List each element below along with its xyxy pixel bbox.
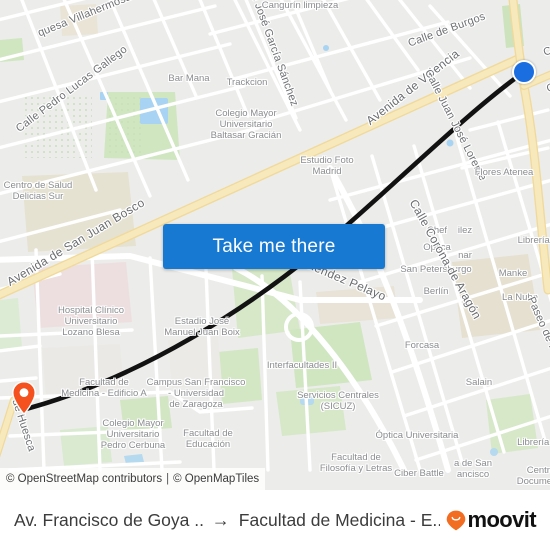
map-canvas[interactable]: quesa Villahermosa Calle Pedro Lucas Gall… [0,0,550,490]
arrow-right-icon: → [211,509,230,530]
trip-bottom-bar: Av. Francisco de Goya ... → Facultad de … [0,490,550,550]
map-attribution: © OpenStreetMap contributors | © OpenMap… [0,468,266,490]
attribution-osm[interactable]: © OpenStreetMap contributors [6,473,162,485]
origin-dot[interactable] [512,60,536,84]
moovit-wordmark: moovit [467,507,536,532]
trip-origin-label: Av. Francisco de Goya ... [14,509,203,530]
moovit-trip-map-screen: quesa Villahermosa Calle Pedro Lucas Gall… [0,0,550,550]
moovit-logo[interactable]: moovit [446,507,537,533]
destination-pin[interactable] [12,381,36,416]
trip-destination-label: Facultad de Medicina - E... [238,509,441,530]
attribution-maptiles[interactable]: © OpenMapTiles [173,473,259,485]
moovit-pin-icon [446,510,466,531]
trip-summary[interactable]: Av. Francisco de Goya ... → Facultad de … [14,510,440,531]
take-me-there-button[interactable]: Take me there [163,224,385,269]
attribution-separator: | [166,473,170,485]
